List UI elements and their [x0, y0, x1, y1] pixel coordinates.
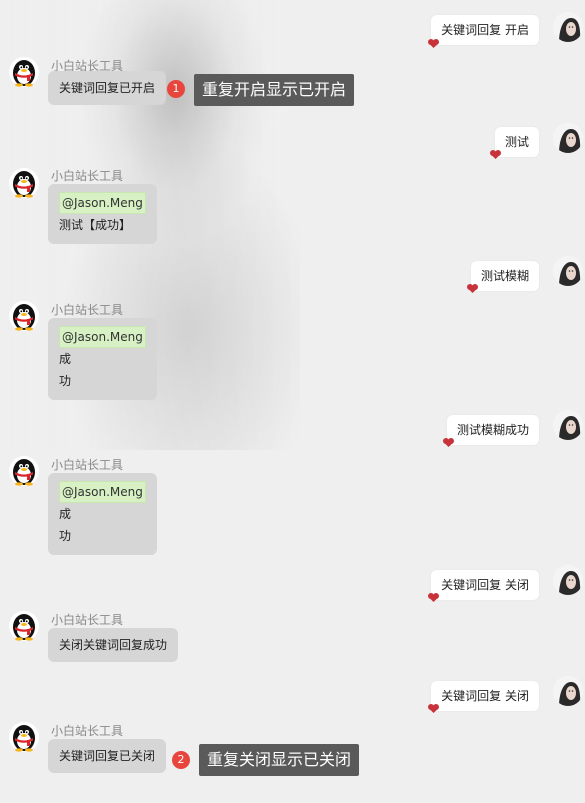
- user-avatar[interactable]: [553, 565, 583, 595]
- user-message-bubble: 测试模糊: [470, 261, 539, 291]
- bot-message-bubble: @Jason.Meng 测试【成功】: [48, 184, 157, 244]
- bot-message-text: 成: [59, 352, 72, 366]
- heart-icon: [467, 282, 479, 293]
- bot-message-text: 成: [59, 507, 72, 521]
- sender-name: 小白站长工具: [51, 169, 124, 183]
- user-portrait-avatar-icon: [553, 123, 583, 153]
- user-avatar[interactable]: [553, 676, 583, 706]
- heart-icon: [490, 148, 502, 159]
- mention-tag[interactable]: @Jason.Meng: [59, 192, 146, 214]
- bot-message-text: 功: [59, 529, 72, 543]
- user-message-text: 关键词回复 开启: [441, 23, 529, 37]
- bot-avatar[interactable]: [9, 456, 39, 486]
- user-message-text: 测试: [504, 135, 529, 149]
- sender-name: 小白站长工具: [51, 458, 124, 472]
- heart-icon: [428, 37, 440, 48]
- penguin-avatar-icon: [13, 171, 35, 198]
- penguin-avatar-icon: [13, 304, 35, 331]
- bot-message-text: 关键词回复已关闭: [59, 749, 156, 763]
- user-portrait-avatar-icon: [553, 256, 583, 286]
- heart-icon: [428, 702, 440, 713]
- bot-message-text: 功: [59, 374, 72, 388]
- user-avatar[interactable]: [553, 410, 583, 440]
- annotation-badge: 2: [172, 751, 190, 769]
- penguin-avatar-icon: [13, 459, 35, 486]
- user-avatar[interactable]: [553, 12, 583, 42]
- mention-tag[interactable]: @Jason.Meng: [59, 481, 146, 503]
- bot-avatar[interactable]: [9, 168, 39, 198]
- user-portrait-avatar-icon: [553, 676, 583, 706]
- user-avatar[interactable]: [553, 256, 583, 286]
- sender-name: 小白站长工具: [51, 303, 124, 317]
- user-message-text: 测试模糊成功: [456, 423, 529, 437]
- mention-tag[interactable]: @Jason.Meng: [59, 326, 146, 348]
- sender-name: 小白站长工具: [51, 613, 124, 627]
- penguin-avatar-icon: [13, 614, 35, 641]
- user-portrait-avatar-icon: [553, 410, 583, 440]
- bot-avatar[interactable]: [9, 611, 39, 641]
- user-message-bubble: 关键词回复 关闭: [431, 681, 539, 711]
- bot-avatar[interactable]: [9, 301, 39, 331]
- bot-message-bubble: @Jason.Meng 成 功: [48, 318, 157, 400]
- bot-message-text: 关闭关键词回复成功: [59, 638, 168, 652]
- user-portrait-avatar-icon: [553, 565, 583, 595]
- heart-icon: [428, 591, 440, 602]
- penguin-avatar-icon: [13, 725, 35, 752]
- user-message-bubble: 测试模糊成功: [446, 415, 539, 445]
- annotation-badge: 1: [167, 80, 185, 98]
- user-message-text: 关键词回复 关闭: [441, 689, 529, 703]
- bot-message-text: 关键词回复已开启: [59, 81, 156, 95]
- bot-message-text: 测试【成功】: [59, 218, 132, 232]
- penguin-avatar-icon: [13, 60, 35, 87]
- bot-avatar[interactable]: [9, 57, 39, 87]
- bot-message-bubble: 关键词回复已开启: [48, 71, 167, 105]
- user-portrait-avatar-icon: [553, 12, 583, 42]
- user-message-bubble: 关键词回复 开启: [431, 15, 539, 45]
- annotation-callout: 重复关闭显示已关闭: [199, 744, 360, 776]
- user-message-text: 关键词回复 关闭: [441, 578, 529, 592]
- user-avatar[interactable]: [553, 123, 583, 153]
- bot-message-bubble: 关键词回复已关闭: [48, 739, 167, 773]
- bot-message-bubble: @Jason.Meng 成 功: [48, 473, 157, 555]
- user-message-bubble: 关键词回复 关闭: [431, 570, 539, 600]
- annotation-callout: 重复开启显示已开启: [194, 74, 355, 106]
- heart-icon: [443, 436, 455, 447]
- bot-message-bubble: 关闭关键词回复成功: [48, 628, 179, 662]
- sender-name: 小白站长工具: [51, 724, 124, 738]
- user-message-text: 测试模糊: [480, 269, 529, 283]
- bot-avatar[interactable]: [9, 722, 39, 752]
